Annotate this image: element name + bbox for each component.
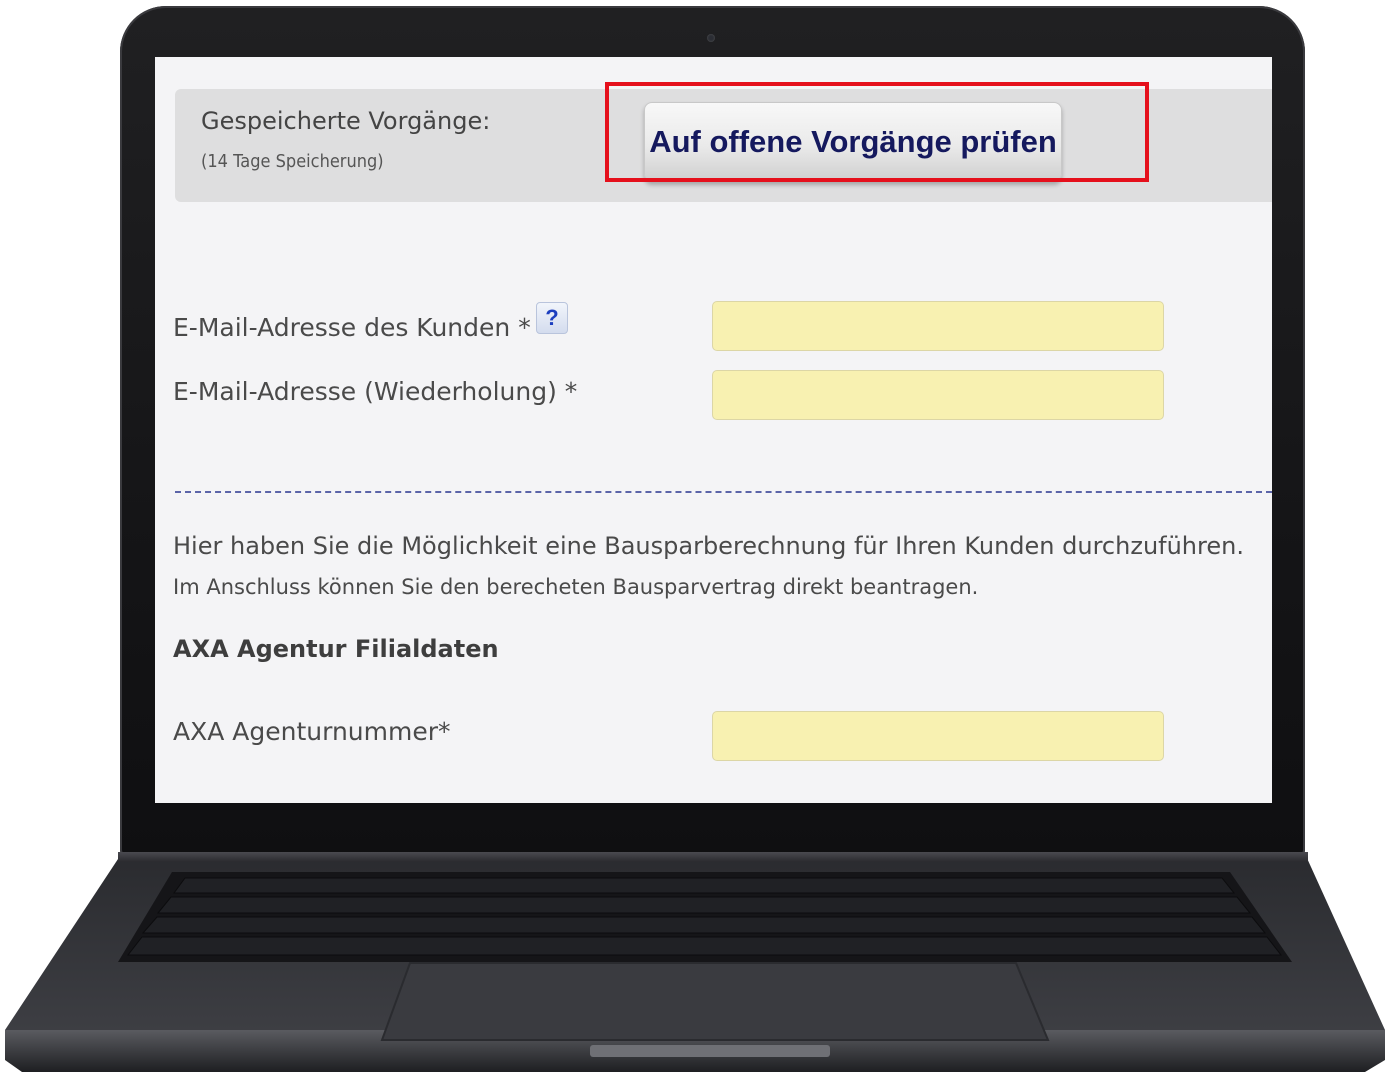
retention-note: (14 Tage Speicherung) bbox=[201, 151, 384, 172]
section-divider bbox=[175, 491, 1272, 493]
saved-processes-label: Gespeicherte Vorgänge: bbox=[201, 107, 491, 135]
check-open-processes-button[interactable]: Auf offene Vorgänge prüfen bbox=[644, 102, 1062, 182]
email-repeat-label: E-Mail-Adresse (Wiederholung) * bbox=[173, 377, 578, 406]
email-field[interactable] bbox=[712, 301, 1164, 351]
laptop-hinge bbox=[118, 852, 1308, 862]
agency-section-title: AXA Agentur Filialdaten bbox=[173, 635, 499, 663]
email-repeat-field[interactable] bbox=[712, 370, 1164, 420]
laptop-screen: Gespeicherte Vorgänge: (14 Tage Speicher… bbox=[155, 57, 1272, 803]
saved-processes-bar: Gespeicherte Vorgänge: (14 Tage Speicher… bbox=[175, 89, 1272, 202]
email-label: E-Mail-Adresse des Kunden * bbox=[173, 313, 531, 342]
agency-number-field[interactable] bbox=[712, 711, 1164, 761]
agency-number-label: AXA Agenturnummer* bbox=[173, 717, 451, 746]
info-line-2: Im Anschluss können Sie den berecheten B… bbox=[173, 575, 979, 599]
help-icon[interactable]: ? bbox=[536, 302, 568, 334]
info-line-1: Hier haben Sie die Möglichkeit eine Baus… bbox=[173, 532, 1244, 560]
